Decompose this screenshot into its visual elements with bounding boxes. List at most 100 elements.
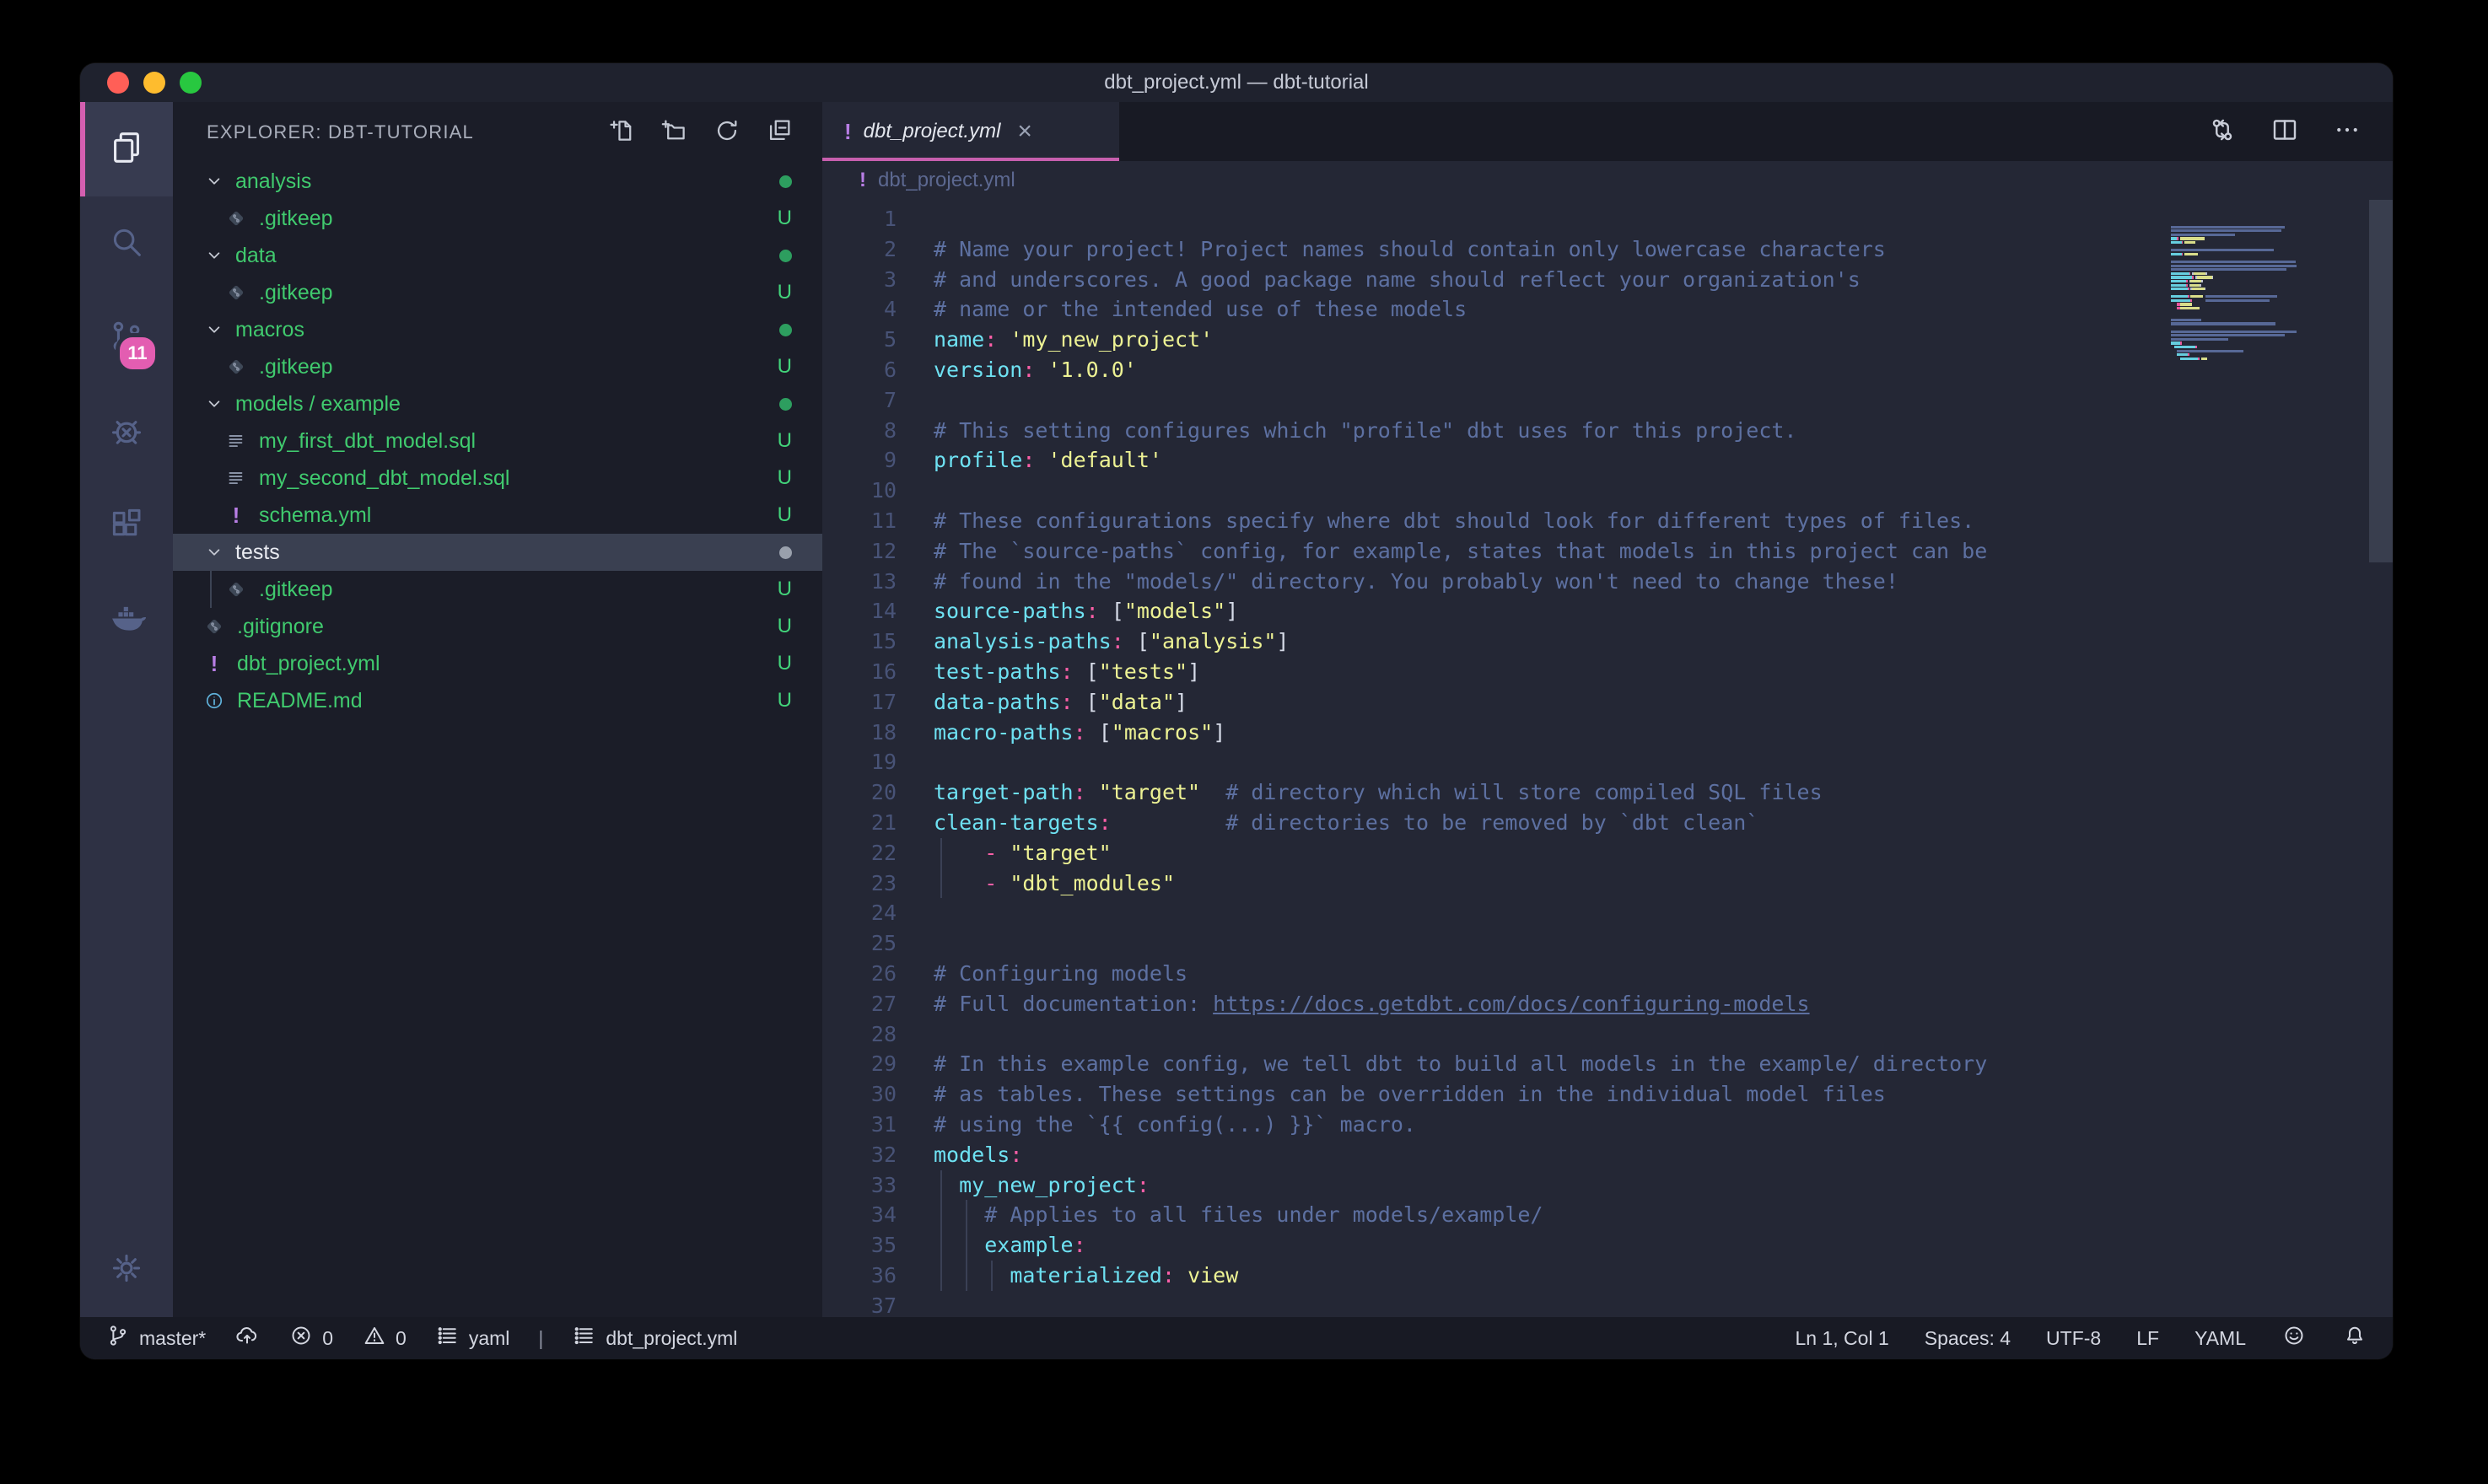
minimize-window-button[interactable] <box>143 72 165 94</box>
code-line[interactable]: 3# and underscores. A good package name … <box>822 265 2159 295</box>
code-line[interactable]: 6version: '1.0.0' <box>822 355 2159 385</box>
refresh-icon[interactable] <box>713 116 741 149</box>
code-line[interactable]: 32models: <box>822 1140 2159 1170</box>
code-line[interactable]: 7 <box>822 385 2159 416</box>
code-line[interactable]: 14source-paths: ["models"] <box>822 596 2159 626</box>
code-line[interactable]: 8# This setting configures which "profil… <box>822 416 2159 446</box>
minimap[interactable] <box>2159 200 2369 1317</box>
code-line[interactable]: 9profile: 'default' <box>822 445 2159 476</box>
chevron-down-icon[interactable] <box>203 245 225 266</box>
tree-file--gitkeep[interactable]: .gitkeepU <box>173 200 822 237</box>
status-errors[interactable]: 0 <box>288 1323 333 1353</box>
tree-file-my-first-dbt-model-sql[interactable]: my_first_dbt_model.sqlU <box>173 422 822 460</box>
code-line[interactable]: 2# Name your project! Project names shou… <box>822 234 2159 265</box>
code-line[interactable]: 29# In this example config, we tell dbt … <box>822 1049 2159 1079</box>
code-line[interactable]: 34 # Applies to all files under models/e… <box>822 1200 2159 1230</box>
close-tab-icon[interactable]: × <box>1017 117 1032 146</box>
tree-file--gitkeep[interactable]: .gitkeepU <box>173 571 822 608</box>
code-line[interactable]: 25 <box>822 928 2159 959</box>
close-window-button[interactable] <box>107 72 129 94</box>
code-line[interactable]: 12# The `source-paths` config, for examp… <box>822 536 2159 567</box>
tab-dbt-project-yml[interactable]: ! dbt_project.yml × <box>822 102 1119 161</box>
status-task-yaml[interactable]: yaml <box>435 1323 510 1353</box>
chevron-down-icon[interactable] <box>203 319 225 341</box>
more-icon[interactable] <box>2332 115 2362 149</box>
activity-item-explorer[interactable] <box>80 102 173 196</box>
collapse-all-icon[interactable] <box>765 116 794 149</box>
code-area[interactable]: 12# Name your project! Project names sho… <box>822 200 2159 1317</box>
tree-file-schema-yml[interactable]: !schema.ymlU <box>173 497 822 534</box>
code-line[interactable]: 30# as tables. These settings can be ove… <box>822 1079 2159 1110</box>
activity-item-debug[interactable] <box>80 385 173 480</box>
activity-item-search[interactable] <box>80 196 173 291</box>
split-icon[interactable] <box>2270 115 2300 149</box>
status-encoding[interactable]: UTF-8 <box>2046 1327 2101 1350</box>
code-line[interactable]: 35 example: <box>822 1230 2159 1261</box>
status-cursor-position[interactable]: Ln 1, Col 1 <box>1796 1327 1889 1350</box>
tree-file-my-second-dbt-model-sql[interactable]: my_second_dbt_model.sqlU <box>173 460 822 497</box>
activity-item-docker[interactable] <box>80 574 173 669</box>
chevron-down-icon[interactable] <box>203 170 225 192</box>
code-line[interactable]: 21clean-targets: # directories to be rem… <box>822 808 2159 838</box>
code-line[interactable]: 15analysis-paths: ["analysis"] <box>822 626 2159 657</box>
code-line[interactable]: 27# Full documentation: https://docs.get… <box>822 989 2159 1019</box>
tree-folder-analysis[interactable]: analysis <box>173 163 822 200</box>
status-eol[interactable]: LF <box>2136 1327 2159 1350</box>
activity-item-source-control[interactable]: 11 <box>80 291 173 385</box>
code-line[interactable]: 5name: 'my_new_project' <box>822 325 2159 355</box>
chevron-down-icon[interactable] <box>203 393 225 415</box>
code-line[interactable]: 17data-paths: ["data"] <box>822 687 2159 718</box>
activity-item-settings[interactable] <box>80 1223 173 1317</box>
code-line[interactable]: 10 <box>822 476 2159 506</box>
code-line[interactable]: 18macro-paths: ["macros"] <box>822 718 2159 748</box>
breadcrumb[interactable]: ! dbt_project.yml <box>822 161 2393 200</box>
tree-folder-macros[interactable]: macros <box>173 311 822 348</box>
tree-file--gitignore[interactable]: .gitignoreU <box>173 608 822 645</box>
tree-file--gitkeep[interactable]: .gitkeepU <box>173 348 822 385</box>
code-line[interactable]: 22 - "target" <box>822 838 2159 868</box>
status-indentation[interactable]: Spaces: 4 <box>1925 1327 2011 1350</box>
title-bar[interactable]: dbt_project.yml — dbt-tutorial <box>80 63 2393 102</box>
tree-file-readme-md[interactable]: README.mdU <box>173 682 822 719</box>
code-line[interactable]: 13# found in the "models/" directory. Yo… <box>822 567 2159 597</box>
code-line[interactable]: 4# name or the intended use of these mod… <box>822 294 2159 325</box>
tree-folder-tests[interactable]: tests <box>173 534 822 571</box>
code-line[interactable]: 28 <box>822 1019 2159 1050</box>
code-line[interactable]: 24 <box>822 898 2159 928</box>
status-git-branch[interactable]: master* <box>105 1323 206 1353</box>
status-feedback[interactable] <box>2281 1323 2307 1353</box>
tree-file--gitkeep[interactable]: .gitkeepU <box>173 274 822 311</box>
breadcrumb-file[interactable]: dbt_project.yml <box>878 169 1015 192</box>
status-notifications[interactable] <box>2342 1323 2367 1353</box>
zoom-window-button[interactable] <box>180 72 202 94</box>
code-line[interactable]: 16test-paths: ["tests"] <box>822 657 2159 687</box>
explorer-header: EXPLORER: DBT-TUTORIAL <box>173 102 822 163</box>
code-line[interactable]: 19 <box>822 747 2159 777</box>
code-line[interactable]: 36 materialized: view <box>822 1261 2159 1291</box>
minimap-token <box>2190 295 2202 298</box>
code-line[interactable]: 33 my_new_project: <box>822 1170 2159 1201</box>
chevron-down-icon[interactable] <box>203 541 225 563</box>
new-file-icon[interactable] <box>608 116 637 149</box>
code-line[interactable]: 11# These configurations specify where d… <box>822 506 2159 536</box>
tree-folder-data[interactable]: data <box>173 237 822 274</box>
code-line[interactable]: 20target-path: "target" # directory whic… <box>822 777 2159 808</box>
tree-file-dbt-project-yml[interactable]: !dbt_project.ymlU <box>173 645 822 682</box>
status-warnings[interactable]: 0 <box>362 1323 407 1353</box>
status-language-mode[interactable]: YAML <box>2195 1327 2246 1350</box>
code-line[interactable]: 37 <box>822 1291 2159 1317</box>
new-folder-icon[interactable] <box>660 116 689 149</box>
vertical-scrollbar[interactable] <box>2369 200 2393 1317</box>
code-line[interactable]: 1 <box>822 204 2159 234</box>
indent-guide <box>940 1170 942 1201</box>
doc-link[interactable]: https://docs.getdbt.com/docs/configuring… <box>1213 992 1809 1016</box>
code-line[interactable]: 31# using the `{{ config(...) }}` macro. <box>822 1110 2159 1140</box>
tree-folder-models-example[interactable]: models / example <box>173 385 822 422</box>
code-line[interactable]: 23 - "dbt_modules" <box>822 868 2159 899</box>
activity-item-extensions[interactable] <box>80 480 173 574</box>
status-publish-changes[interactable] <box>234 1323 260 1353</box>
status-task-file[interactable]: dbt_project.yml <box>572 1323 737 1353</box>
scrollbar-thumb[interactable] <box>2369 200 2393 562</box>
compare-icon[interactable] <box>2207 115 2238 149</box>
code-line[interactable]: 26# Configuring models <box>822 959 2159 989</box>
